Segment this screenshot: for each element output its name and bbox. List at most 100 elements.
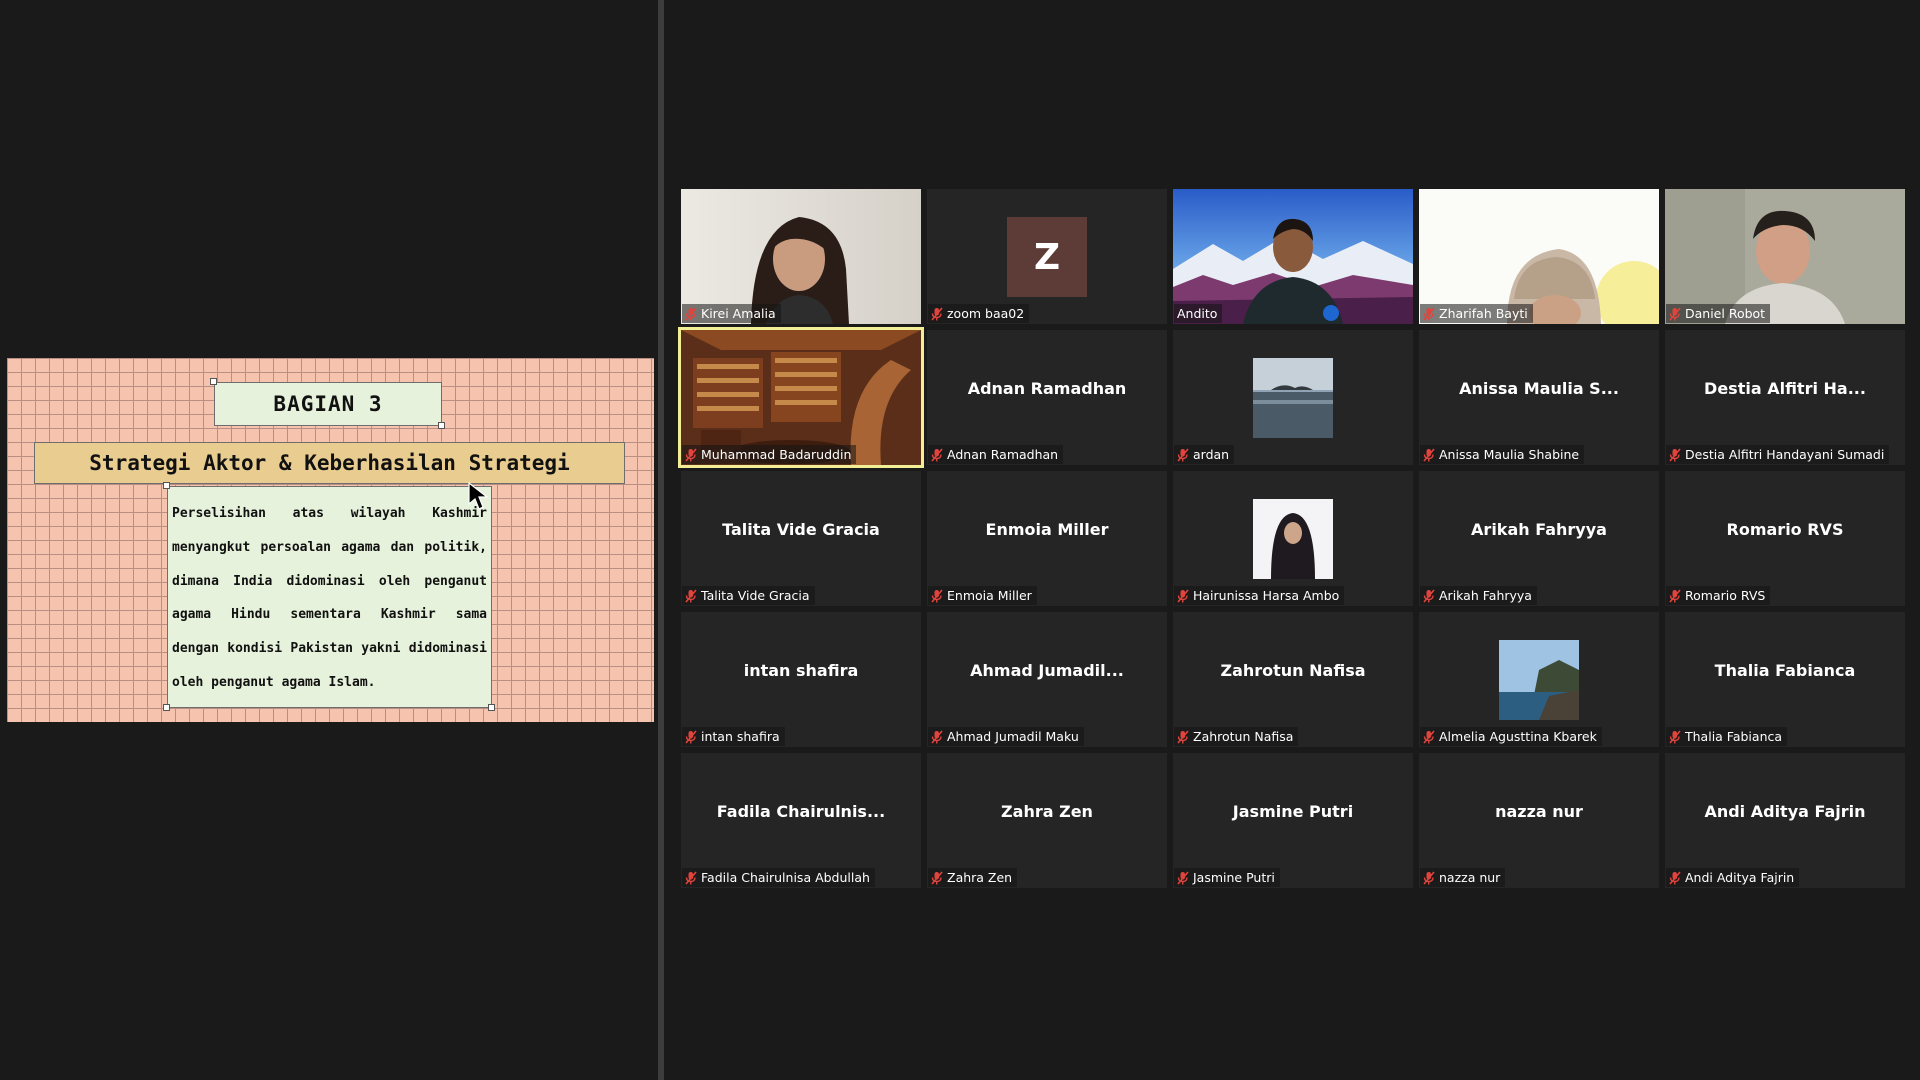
participant-tile-fadila-chairulnisa-abdullah[interactable]: Fadila Chairulnis... Fadila Chairulnisa A… bbox=[681, 753, 921, 888]
participant-name-label: Talita Vide Gracia bbox=[682, 586, 815, 605]
participant-photo bbox=[1499, 640, 1579, 720]
participant-photo bbox=[1253, 358, 1333, 438]
participant-name-label: Jasmine Putri bbox=[1174, 868, 1280, 887]
mic-muted-icon bbox=[1423, 730, 1435, 744]
participant-tile-arikah-fahryya[interactable]: Arikah Fahryya Arikah Fahryya bbox=[1419, 471, 1659, 606]
selection-handle bbox=[163, 704, 170, 711]
mic-muted-icon bbox=[685, 448, 697, 462]
participant-tile-kirei-amalia[interactable]: Kirei Amalia bbox=[681, 189, 921, 324]
mic-muted-icon bbox=[1177, 589, 1189, 603]
shared-screen-panel: BAGIAN 3 Strategi Aktor & Keberhasilan S… bbox=[0, 0, 658, 1080]
mic-muted-icon bbox=[685, 730, 697, 744]
participant-name-label: Destia Alfitri Handayani Sumadi bbox=[1666, 445, 1890, 464]
participant-tile-nazza-nur[interactable]: nazza nur nazza nur bbox=[1419, 753, 1659, 888]
mic-muted-icon bbox=[1423, 448, 1435, 462]
participant-display-name: Thalia Fabianca bbox=[1714, 661, 1856, 680]
participant-name-label: nazza nur bbox=[1420, 868, 1506, 887]
participant-display-name: Enmoia Miller bbox=[985, 520, 1109, 539]
mic-muted-icon bbox=[1423, 307, 1435, 321]
participant-name: intan shafira bbox=[701, 729, 780, 744]
participant-name: Andi Aditya Fajrin bbox=[1685, 870, 1795, 885]
participant-tile-andi-aditya-fajrin[interactable]: Andi Aditya Fajrin Andi Aditya Fajrin bbox=[1665, 753, 1905, 888]
participant-name-label: Enmoia Miller bbox=[928, 586, 1037, 605]
participant-tile-andito[interactable]: Andito bbox=[1173, 189, 1413, 324]
participant-name: Ahmad Jumadil Maku bbox=[947, 729, 1079, 744]
participant-display-name: nazza nur bbox=[1495, 802, 1583, 821]
participant-name: Anissa Maulia Shabine bbox=[1439, 447, 1580, 462]
participant-tile-zahrotun-nafisa[interactable]: Zahrotun Nafisa Zahrotun Nafisa bbox=[1173, 612, 1413, 747]
participant-tile-daniel-robot[interactable]: Daniel Robot bbox=[1665, 189, 1905, 324]
participant-tile-destia-alfitri-handayani-sumadi[interactable]: Destia Alfitri Ha... Destia Alfitri Handa… bbox=[1665, 330, 1905, 465]
mic-muted-icon bbox=[931, 307, 943, 321]
participant-name-label: Zharifah Bayti bbox=[1420, 304, 1533, 323]
participant-tile-jasmine-putri[interactable]: Jasmine Putri Jasmine Putri bbox=[1173, 753, 1413, 888]
participant-display-name: Arikah Fahryya bbox=[1471, 520, 1607, 539]
participant-name: Hairunissa Harsa Ambo bbox=[1193, 588, 1340, 603]
mic-muted-icon bbox=[1177, 448, 1189, 462]
mic-muted-icon bbox=[1177, 871, 1189, 885]
participant-display-name: Anissa Maulia S... bbox=[1459, 379, 1619, 398]
mic-muted-icon bbox=[1669, 589, 1681, 603]
participant-name-label: intan shafira bbox=[682, 727, 785, 746]
participant-name: Jasmine Putri bbox=[1193, 870, 1275, 885]
participant-tile-romario-rvs[interactable]: Romario RVS Romario RVS bbox=[1665, 471, 1905, 606]
participant-tile-hairunissa-harsa-ambo[interactable]: Hairunissa Harsa Ambo bbox=[1173, 471, 1413, 606]
participant-tile-almelia-agusttina-kbarek[interactable]: Almelia Agusttina Kbarek bbox=[1419, 612, 1659, 747]
selection-handle bbox=[488, 704, 495, 711]
participant-name-label: Thalia Fabianca bbox=[1666, 727, 1788, 746]
mouse-cursor-icon bbox=[468, 482, 489, 510]
mic-muted-icon bbox=[1423, 589, 1435, 603]
participant-name-label: Zahra Zen bbox=[928, 868, 1018, 887]
participant-name-label: Fadila Chairulnisa Abdullah bbox=[682, 868, 875, 887]
participant-avatar: Z bbox=[1007, 217, 1087, 297]
participant-name: Adnan Ramadhan bbox=[947, 447, 1059, 462]
slide-body-text: Perselisihan atas wilayah Kashmir menyan… bbox=[167, 486, 492, 708]
participant-tile-intan-shafira[interactable]: intan shafira intan shafira bbox=[681, 612, 921, 747]
participant-display-name: intan shafira bbox=[743, 661, 859, 680]
participant-display-name: Romario RVS bbox=[1726, 520, 1844, 539]
participant-tile-anissa-maulia-shabine[interactable]: Anissa Maulia S... Anissa Maulia Shabine bbox=[1419, 330, 1659, 465]
mic-muted-icon bbox=[931, 589, 943, 603]
participant-name-label: Hairunissa Harsa Ambo bbox=[1174, 586, 1345, 605]
participant-name: Muhammad Badaruddin bbox=[701, 447, 852, 462]
mic-muted-icon bbox=[685, 871, 697, 885]
slide-title: BAGIAN 3 bbox=[273, 392, 383, 416]
participant-name: zoom baa02 bbox=[947, 306, 1025, 321]
mic-muted-icon bbox=[1177, 730, 1189, 744]
participant-name: Arikah Fahryya bbox=[1439, 588, 1532, 603]
participant-photo bbox=[1253, 499, 1333, 579]
participant-name: Enmoia Miller bbox=[947, 588, 1032, 603]
participant-tile-ahmad-jumadil-maku[interactable]: Ahmad Jumadil... Ahmad Jumadil Maku bbox=[927, 612, 1167, 747]
participant-name: Almelia Agusttina Kbarek bbox=[1439, 729, 1597, 744]
shared-slide: BAGIAN 3 Strategi Aktor & Keberhasilan S… bbox=[7, 358, 654, 722]
participant-display-name: Adnan Ramadhan bbox=[967, 379, 1127, 398]
mic-muted-icon bbox=[685, 307, 697, 321]
participant-tile-adnan-ramadhan[interactable]: Adnan Ramadhan Adnan Ramadhan bbox=[927, 330, 1167, 465]
selection-handle bbox=[210, 378, 217, 385]
participant-name-label: Daniel Robot bbox=[1666, 304, 1771, 323]
participant-name: Romario RVS bbox=[1685, 588, 1766, 603]
participant-name-label: Andito bbox=[1174, 304, 1223, 323]
participant-tile-talita-vide-gracia[interactable]: Talita Vide Gracia Talita Vide Gracia bbox=[681, 471, 921, 606]
participant-name-label: zoom baa02 bbox=[928, 304, 1030, 323]
participant-tile-thalia-fabianca[interactable]: Thalia Fabianca Thalia Fabianca bbox=[1665, 612, 1905, 747]
mic-muted-icon bbox=[685, 589, 697, 603]
mic-muted-icon bbox=[1669, 307, 1681, 321]
participant-name-label: Romario RVS bbox=[1666, 586, 1771, 605]
participant-tile-muhammad-badaruddin[interactable]: Muhammad Badaruddin bbox=[678, 327, 924, 468]
participant-display-name: Talita Vide Gracia bbox=[722, 520, 880, 539]
participant-name: Daniel Robot bbox=[1685, 306, 1766, 321]
mic-muted-icon bbox=[931, 730, 943, 744]
participant-tile-zahra-zen[interactable]: Zahra Zen Zahra Zen bbox=[927, 753, 1167, 888]
participant-name-label: Arikah Fahryya bbox=[1420, 586, 1537, 605]
participant-name-label: Anissa Maulia Shabine bbox=[1420, 445, 1585, 464]
mic-muted-icon bbox=[931, 871, 943, 885]
participant-name-label: Ahmad Jumadil Maku bbox=[928, 727, 1084, 746]
participant-name-label: Muhammad Badaruddin bbox=[682, 445, 857, 464]
participant-tile-zharifah-bayti[interactable]: Zharifah Bayti bbox=[1419, 189, 1659, 324]
participant-name: ardan bbox=[1193, 447, 1230, 462]
participant-tile-enmoia-miller[interactable]: Enmoia Miller Enmoia Miller bbox=[927, 471, 1167, 606]
participant-display-name: Ahmad Jumadil... bbox=[970, 661, 1124, 680]
participant-tile-ardan[interactable]: ardan bbox=[1173, 330, 1413, 465]
participant-tile-zoom-baa02[interactable]: Zzoom baa02 bbox=[927, 189, 1167, 324]
